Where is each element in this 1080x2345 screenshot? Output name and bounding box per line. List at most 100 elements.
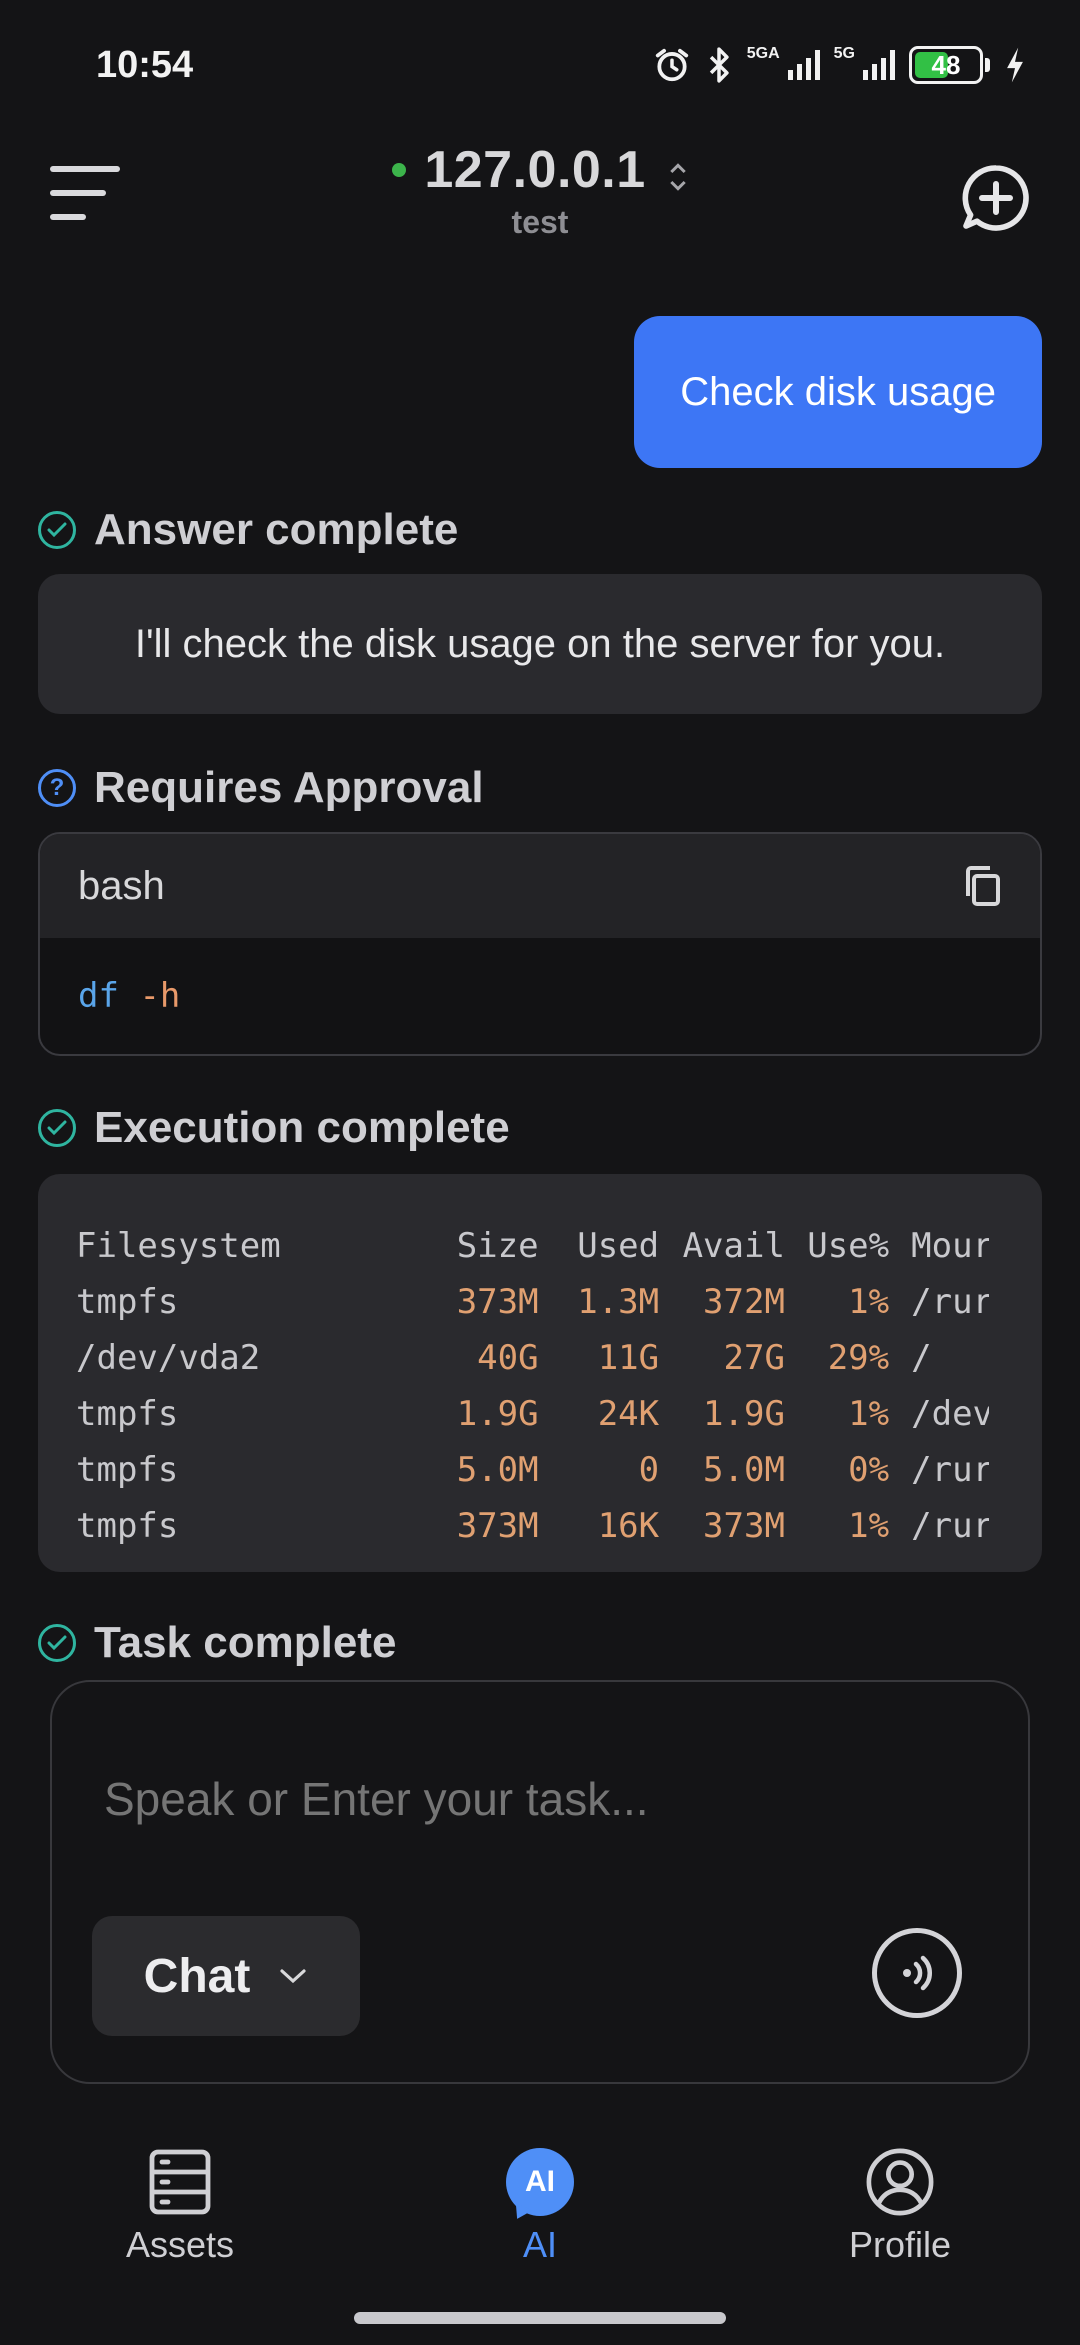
cell-use-percent: 0% bbox=[848, 1450, 890, 1490]
cell-avail: 27G bbox=[723, 1338, 785, 1378]
copy-icon bbox=[966, 866, 1000, 906]
column-header: Avail bbox=[682, 1226, 785, 1266]
composer-panel: Chat bbox=[50, 1680, 1030, 2084]
cell-used: 24K bbox=[597, 1394, 660, 1434]
chevron-up-down-icon bbox=[668, 160, 688, 194]
cell-size: 5.0M bbox=[456, 1450, 539, 1490]
answer-status-label: Answer complete bbox=[94, 505, 459, 554]
status-icons: 5GA 5G 48 bbox=[653, 46, 1026, 84]
cell-filesystem: tmpfs bbox=[76, 1282, 179, 1322]
execution-status: Execution complete bbox=[38, 1103, 510, 1153]
code-block-header: bash bbox=[40, 834, 1040, 938]
charging-icon bbox=[1007, 47, 1023, 83]
battery-icon: 48 bbox=[909, 46, 990, 84]
user-circle-icon bbox=[866, 2148, 934, 2216]
cell-used: 16K bbox=[597, 1506, 660, 1546]
code-content: df -h bbox=[40, 938, 1040, 1054]
column-header: Use% bbox=[807, 1226, 890, 1266]
approval-status-label: Requires Approval bbox=[94, 763, 484, 812]
status-time: 10:54 bbox=[96, 44, 194, 86]
cell-avail: 372M bbox=[703, 1282, 785, 1322]
check-circle-icon bbox=[38, 1109, 76, 1147]
cell-avail: 1.9G bbox=[703, 1394, 785, 1434]
voice-wave-icon bbox=[903, 1955, 933, 1991]
chat-plus-icon bbox=[962, 165, 1029, 231]
cell-use-percent: 1% bbox=[848, 1282, 890, 1322]
column-header: Used bbox=[577, 1226, 660, 1266]
question-circle-icon: ? bbox=[38, 769, 76, 807]
approval-status: ? Requires Approval bbox=[38, 763, 484, 813]
cell-size: 373M bbox=[456, 1282, 539, 1322]
code-command: df bbox=[78, 976, 119, 1016]
alarm-icon bbox=[655, 48, 688, 82]
answer-status: Answer complete bbox=[38, 505, 458, 555]
mode-selector[interactable]: Chat bbox=[92, 1916, 360, 2036]
host-selector[interactable]: 127.0.0.1 test bbox=[0, 140, 1080, 241]
cell-use-percent: 1% bbox=[848, 1506, 890, 1546]
tab-label: AI bbox=[522, 2224, 557, 2265]
disk-usage-table: Filesystem Size Used Avail Use% Mour tmp… bbox=[76, 1218, 1004, 1554]
cell-mount: /rur bbox=[911, 1282, 990, 1322]
execution-status-label: Execution complete bbox=[94, 1103, 510, 1152]
network-type-label: 5GA bbox=[746, 45, 780, 62]
cell-filesystem: /dev/vda2 bbox=[76, 1338, 261, 1378]
server-stack-icon bbox=[149, 2149, 211, 2215]
cell-mount: /rur bbox=[911, 1450, 990, 1490]
cell-used: 1.3M bbox=[577, 1282, 660, 1322]
network-type-label-2: 5G bbox=[833, 45, 855, 62]
column-header: Mour bbox=[911, 1226, 990, 1266]
home-indicator[interactable] bbox=[354, 2312, 726, 2324]
signal-icon bbox=[787, 50, 820, 80]
cell-avail: 373M bbox=[703, 1506, 785, 1546]
voice-input-button[interactable] bbox=[872, 1928, 962, 2018]
mode-label: Chat bbox=[143, 1949, 251, 2003]
cell-filesystem: tmpfs bbox=[76, 1506, 179, 1546]
tab-label: Assets bbox=[125, 2224, 235, 2265]
ai-chat-icon: AI bbox=[506, 2148, 574, 2216]
task-status-label: Task complete bbox=[94, 1618, 397, 1667]
tab-ai[interactable]: AI AI bbox=[420, 2146, 660, 2266]
cell-use-percent: 29% bbox=[827, 1338, 890, 1378]
table-row: tmpfs 373M 16K 373M 1% /rur bbox=[76, 1498, 1004, 1554]
chevron-down-icon bbox=[280, 1969, 306, 1984]
cell-mount: /rur bbox=[911, 1506, 990, 1546]
table-row: tmpfs 1.9G 24K 1.9G 1% /dev bbox=[76, 1386, 1004, 1442]
command-output: Filesystem Size Used Avail Use% Mour tmp… bbox=[38, 1174, 1042, 1572]
column-header: Filesystem bbox=[76, 1226, 281, 1266]
table-row: /dev/vda2 40G 11G 27G 29% / bbox=[76, 1330, 1004, 1386]
battery-level: 48 bbox=[931, 50, 961, 80]
table-row: tmpfs 373M 1.3M 372M 1% /rur bbox=[76, 1274, 1004, 1330]
cell-size: 40G bbox=[477, 1338, 539, 1378]
session-name: test bbox=[511, 204, 569, 240]
user-message-bubble: Check disk usage bbox=[634, 316, 1042, 468]
cell-filesystem: tmpfs bbox=[76, 1450, 179, 1490]
host-address: 127.0.0.1 bbox=[424, 141, 646, 199]
code-language: bash bbox=[78, 863, 165, 908]
copy-button[interactable] bbox=[962, 864, 1002, 908]
code-block: bash df -h bbox=[38, 832, 1042, 1056]
cell-use-percent: 1% bbox=[848, 1394, 890, 1434]
cell-used: 0 bbox=[638, 1450, 660, 1490]
cell-filesystem: tmpfs bbox=[76, 1394, 179, 1434]
assistant-answer: I'll check the disk usage on the server … bbox=[38, 574, 1042, 714]
task-status: Task complete bbox=[38, 1618, 396, 1668]
tab-label: Profile bbox=[848, 2224, 952, 2265]
cell-size: 373M bbox=[456, 1506, 539, 1546]
table-header-row: Filesystem Size Used Avail Use% Mour bbox=[76, 1218, 1004, 1274]
signal-icon-2 bbox=[863, 50, 895, 80]
column-header: Size bbox=[456, 1226, 539, 1266]
tab-profile[interactable]: Profile bbox=[780, 2146, 1020, 2266]
tab-assets[interactable]: Assets bbox=[60, 2146, 300, 2266]
task-input[interactable] bbox=[104, 1772, 976, 1826]
new-chat-button[interactable] bbox=[960, 162, 1032, 234]
cell-used: 11G bbox=[597, 1338, 660, 1378]
cell-mount: / bbox=[911, 1338, 932, 1378]
check-circle-icon bbox=[38, 511, 76, 549]
cell-avail: 5.0M bbox=[703, 1450, 785, 1490]
cell-size: 1.9G bbox=[456, 1394, 539, 1434]
bluetooth-icon bbox=[709, 47, 729, 83]
check-circle-icon bbox=[38, 1624, 76, 1662]
table-row: tmpfs 5.0M 0 5.0M 0% /rur bbox=[76, 1442, 1004, 1498]
cell-mount: /dev bbox=[911, 1394, 990, 1434]
connection-status-dot bbox=[392, 163, 407, 177]
